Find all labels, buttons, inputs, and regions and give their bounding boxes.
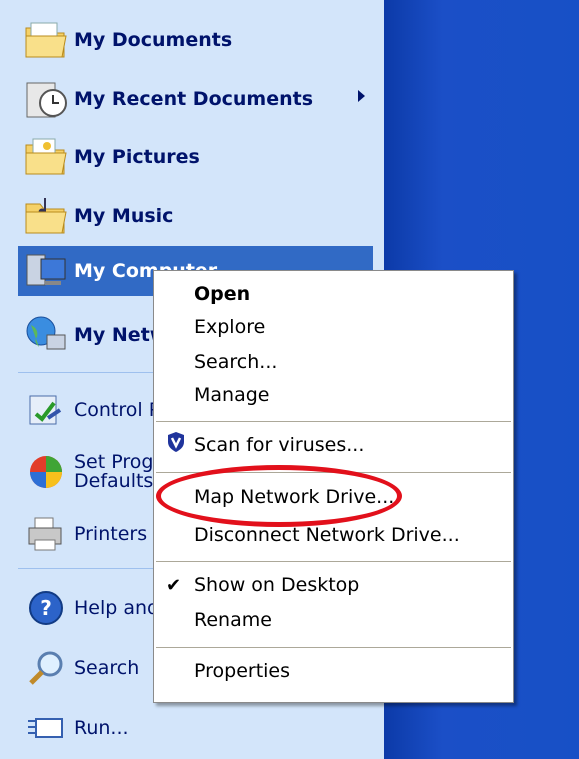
menu-item-show-on-desktop[interactable]: Show on Desktop (194, 574, 359, 596)
menu-item-manage[interactable]: Manage (194, 384, 269, 406)
start-item-label: Search (74, 657, 140, 679)
help-icon: ? (18, 582, 74, 634)
menu-item-scan-for-viruses[interactable]: Scan for viruses... (194, 434, 364, 456)
program-access-icon (18, 446, 74, 498)
start-item-my-recent-documents[interactable]: My Recent Documents (18, 71, 373, 127)
menu-item-rename[interactable]: Rename (194, 609, 272, 631)
run-icon (18, 702, 74, 754)
my-computer-icon (18, 245, 74, 297)
my-documents-folder-icon (18, 14, 74, 66)
menu-item-search[interactable]: Search... (194, 351, 277, 373)
menu-item-properties[interactable]: Properties (194, 660, 290, 682)
control-panel-icon (18, 384, 74, 436)
start-item-label: Run... (74, 717, 129, 739)
menu-separator (156, 561, 511, 562)
menu-separator (156, 421, 511, 422)
start-item-my-music[interactable]: My Music (18, 188, 373, 244)
my-pictures-folder-icon (18, 131, 74, 183)
start-item-label: My Music (74, 205, 174, 227)
recent-documents-clock-icon (18, 73, 74, 125)
checkmark-icon: ✔ (166, 575, 182, 596)
network-places-globe-icon (18, 309, 74, 361)
start-item-label: My Pictures (74, 146, 200, 168)
start-item-run[interactable]: Run... (18, 700, 373, 756)
shield-icon (166, 431, 186, 457)
start-item-my-documents[interactable]: My Documents (18, 12, 373, 68)
menu-item-open[interactable]: Open (194, 283, 250, 305)
printer-icon (18, 508, 74, 560)
highlight-circle-annotation (156, 465, 402, 527)
start-item-label: My Documents (74, 29, 233, 51)
menu-separator (156, 647, 511, 648)
start-item-my-pictures[interactable]: My Pictures (18, 129, 373, 185)
start-item-label: My Recent Documents (74, 88, 314, 110)
submenu-arrow-icon (358, 90, 365, 102)
menu-item-explore[interactable]: Explore (194, 316, 265, 338)
svg-text:?: ? (40, 596, 52, 620)
my-music-folder-icon (18, 190, 74, 242)
search-magnifier-icon (18, 642, 74, 694)
menu-item-disconnect-network-drive[interactable]: Disconnect Network Drive... (194, 524, 460, 546)
